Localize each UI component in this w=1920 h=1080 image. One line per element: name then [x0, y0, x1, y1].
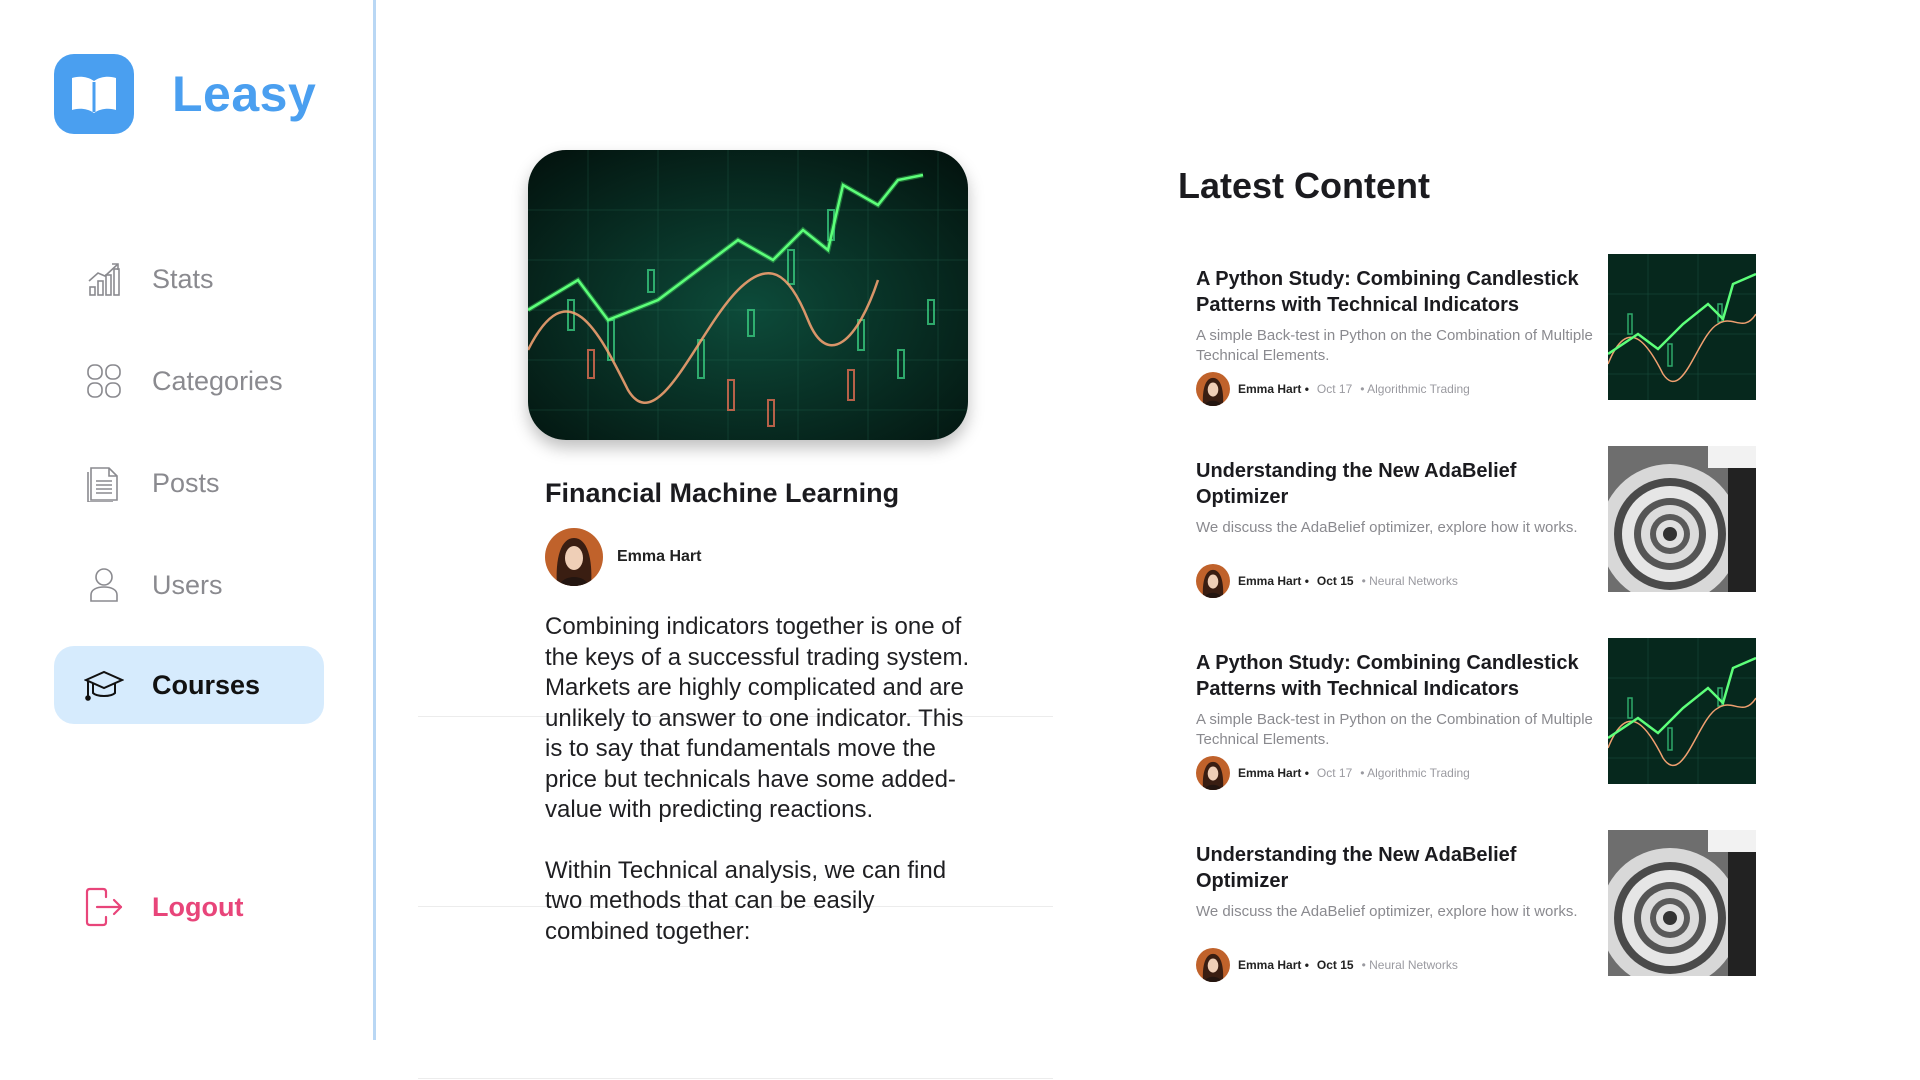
- sidebar: Leasy Stats Categories Posts Users Cours…: [0, 0, 376, 1040]
- card-meta: Emma Hart • Oct 17 • Algorithmic Trading: [1196, 372, 1470, 406]
- sidebar-item-posts[interactable]: Posts: [54, 444, 324, 522]
- article-body: Combining indicators together is one of …: [545, 612, 980, 977]
- card-category: • Neural Networks: [1361, 574, 1458, 588]
- card-author: Emma Hart •: [1238, 766, 1309, 780]
- trading-chart-thumbnail: [1608, 254, 1756, 400]
- card-meta: Emma Hart • Oct 17 • Algorithmic Trading: [1196, 756, 1470, 790]
- avatar: [1196, 372, 1230, 406]
- card-date: Oct 17: [1316, 766, 1353, 780]
- card-date: Oct 17: [1316, 382, 1353, 396]
- content-card[interactable]: A Python Study: Combining Candlestick Pa…: [1196, 254, 1756, 414]
- content-card[interactable]: Understanding the New AdaBelief Optimize…: [1196, 830, 1756, 990]
- card-description: A simple Back-test in Python on the Comb…: [1196, 327, 1593, 364]
- app-page: Leasy Stats Categories Posts Users Cours…: [0, 0, 1920, 1080]
- sidebar-item-stats[interactable]: Stats: [54, 240, 324, 318]
- card-description: We discuss the AdaBelief optimizer, expl…: [1196, 903, 1578, 920]
- sidebar-item-label: Stats: [152, 263, 214, 294]
- article-paragraph: Combining indicators together is one of …: [545, 613, 970, 823]
- avatar: [545, 528, 603, 586]
- card-author: Emma Hart •: [1238, 574, 1309, 588]
- card-date: Oct 15: [1316, 574, 1354, 588]
- graduation-cap-icon: [84, 665, 124, 705]
- card-author: Emma Hart •: [1238, 382, 1309, 396]
- content-card[interactable]: A Python Study: Combining Candlestick Pa…: [1196, 638, 1756, 798]
- sidebar-item-users[interactable]: Users: [54, 546, 324, 624]
- document-icon: [84, 463, 124, 503]
- user-icon: [84, 565, 124, 605]
- card-title: A Python Study: Combining Candlestick Pa…: [1196, 652, 1579, 700]
- avatar: [1196, 948, 1230, 982]
- article-author[interactable]: Emma Hart: [545, 528, 701, 586]
- card-description: We discuss the AdaBelief optimizer, expl…: [1196, 519, 1578, 536]
- card-meta: Emma Hart • Oct 15 • Neural Networks: [1196, 564, 1458, 598]
- card-title: Understanding the New AdaBelief Optimize…: [1196, 460, 1517, 508]
- article-hero-image[interactable]: [528, 150, 968, 440]
- trading-chart-thumbnail: [1608, 638, 1756, 784]
- brand-name: Leasy: [172, 66, 317, 122]
- card-author: Emma Hart •: [1238, 958, 1309, 972]
- latest-content-heading: Latest Content: [1178, 165, 1430, 206]
- article-paragraph: Within Technical analysis, we can find t…: [545, 856, 947, 945]
- card-category: • Algorithmic Trading: [1360, 382, 1470, 396]
- logout-icon: [84, 887, 124, 927]
- article-title: Financial Machine Learning: [545, 478, 900, 508]
- card-meta: Emma Hart • Oct 15 • Neural Networks: [1196, 948, 1458, 982]
- sidebar-item-label: Categories: [152, 365, 283, 396]
- divider: [418, 1078, 1053, 1079]
- sidebar-item-label: Courses: [152, 669, 261, 700]
- categories-grid-icon: [84, 361, 124, 401]
- spiral-staircase-thumbnail: [1608, 830, 1756, 976]
- logout-button[interactable]: Logout: [54, 868, 324, 946]
- card-title: Understanding the New AdaBelief Optimize…: [1196, 844, 1517, 892]
- card-date: Oct 15: [1316, 958, 1354, 972]
- spiral-staircase-thumbnail: [1608, 446, 1756, 592]
- card-category: • Neural Networks: [1361, 958, 1458, 972]
- sidebar-item-label: Posts: [152, 467, 220, 498]
- sidebar-item-categories[interactable]: Categories: [54, 342, 324, 420]
- card-description: A simple Back-test in Python on the Comb…: [1196, 711, 1593, 748]
- sidebar-item-label: Users: [152, 569, 223, 600]
- content-card[interactable]: Understanding the New AdaBelief Optimize…: [1196, 446, 1756, 606]
- sidebar-item-courses[interactable]: Courses: [54, 646, 324, 724]
- logout-label: Logout: [152, 891, 244, 922]
- stats-chart-icon: [84, 259, 124, 299]
- book-logo-icon: [54, 54, 134, 134]
- card-title: A Python Study: Combining Candlestick Pa…: [1196, 268, 1579, 316]
- avatar: [1196, 756, 1230, 790]
- brand[interactable]: Leasy: [54, 54, 316, 134]
- author-name: Emma Hart: [617, 548, 702, 565]
- avatar: [1196, 564, 1230, 598]
- card-category: • Algorithmic Trading: [1360, 766, 1470, 780]
